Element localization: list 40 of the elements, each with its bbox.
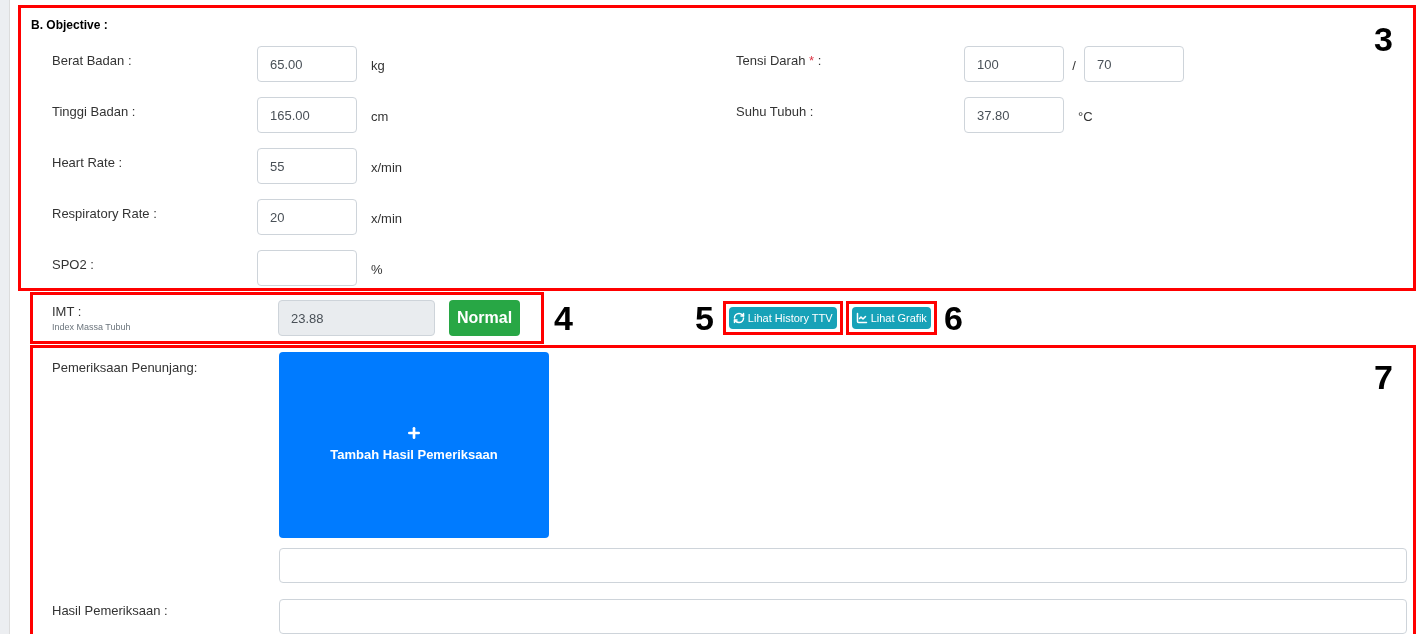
- input-field[interactable]: 37.80: [964, 97, 1064, 133]
- field-label: IMT :: [52, 302, 83, 321]
- unit-label: °C: [1078, 108, 1093, 126]
- field-label: Tensi Darah * :: [736, 52, 823, 70]
- field-label: Tinggi Badan :: [51, 103, 137, 121]
- plus-icon: [406, 425, 422, 442]
- input-field[interactable]: [257, 250, 357, 286]
- input-field[interactable]: [279, 599, 1407, 634]
- refresh-icon: [732, 312, 745, 324]
- add-result-button[interactable]: Tambah Hasil Pemeriksaan: [279, 352, 549, 538]
- unit-label: x/min: [371, 159, 403, 177]
- annotation-number: 3: [1374, 22, 1393, 56]
- input-field[interactable]: 65.00: [257, 46, 357, 82]
- field-label: Suhu Tubuh :: [736, 103, 815, 121]
- field-label: Respiratory Rate :: [51, 205, 158, 223]
- annotation-number: 6: [943, 301, 963, 335]
- status-badge: Normal: [449, 300, 521, 336]
- unit-label: x/min: [371, 210, 403, 228]
- field-label: Heart Rate :: [51, 154, 124, 172]
- unit-label: kg: [371, 57, 385, 75]
- separator: /: [1071, 57, 1077, 75]
- input-field[interactable]: 100: [964, 46, 1064, 82]
- input-field[interactable]: 165.00: [257, 97, 357, 133]
- unit-label: %: [371, 261, 383, 279]
- section-title: B. Objective :: [31, 17, 109, 34]
- annotation-number: 4: [554, 301, 573, 335]
- input-field[interactable]: 20: [257, 199, 357, 235]
- annotation-number: 7: [1374, 360, 1393, 394]
- unit-label: cm: [371, 108, 389, 126]
- field-label: Hasil Pemeriksaan :: [52, 602, 169, 620]
- input-field[interactable]: 23.88: [278, 300, 435, 336]
- field-hint: Index Massa Tubuh: [52, 321, 132, 334]
- field-label: Pemeriksaan Penunjang:: [52, 359, 199, 377]
- line-chart-icon: [855, 312, 868, 324]
- input-field[interactable]: [279, 548, 1407, 583]
- field-label: Berat Badan :: [51, 52, 133, 70]
- input-field[interactable]: 70: [1084, 46, 1184, 82]
- input-field[interactable]: 55: [257, 148, 357, 184]
- annotation-number: 5: [694, 301, 714, 335]
- field-label: SPO2 :: [51, 256, 95, 274]
